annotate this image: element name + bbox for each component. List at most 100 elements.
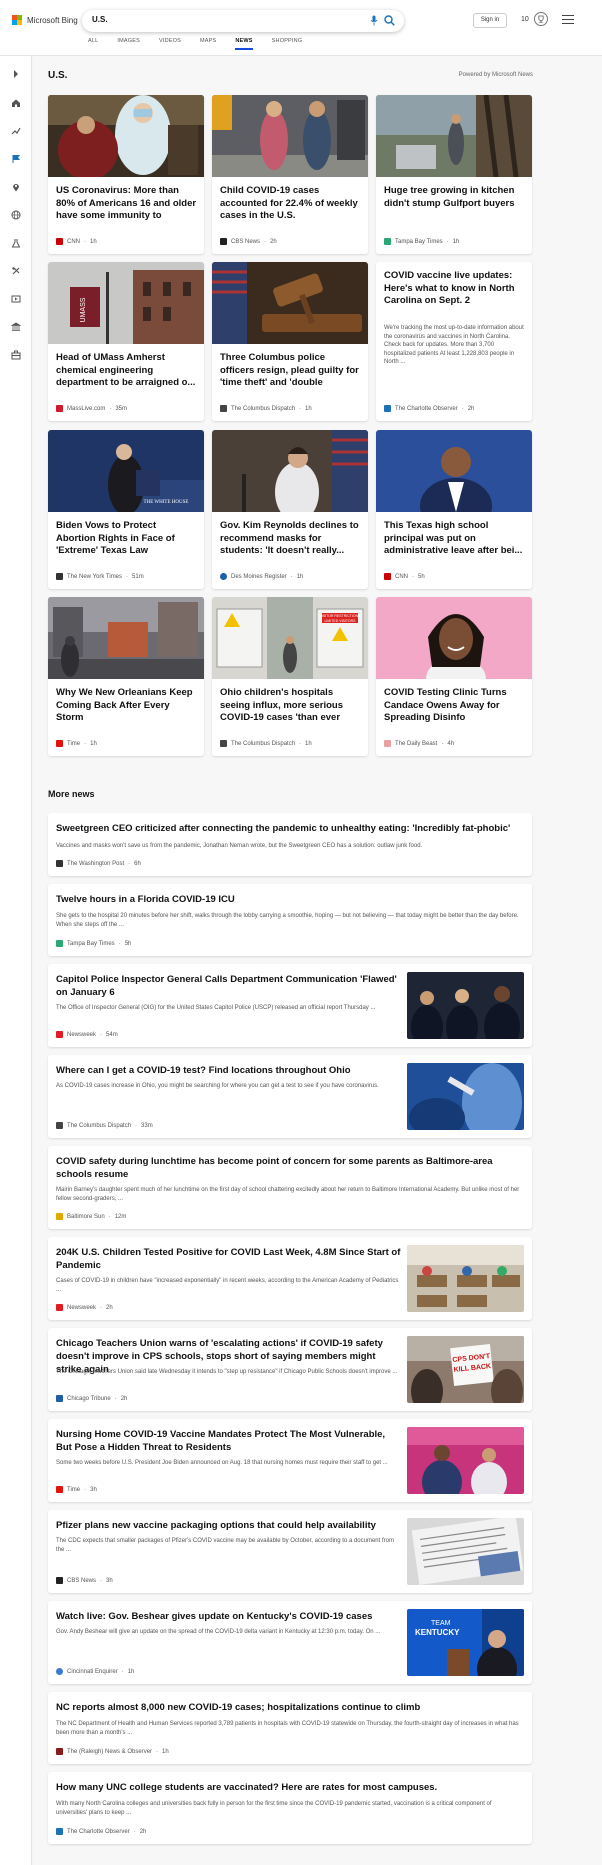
card-title[interactable]: Huge tree growing in kitchen didn't stum… (384, 185, 525, 210)
politics-icon[interactable] (11, 322, 21, 332)
card-title[interactable]: COVID vaccine live updates: Here's what … (384, 270, 525, 308)
item-title[interactable]: Nursing Home COVID-19 Vaccine Mandates P… (56, 1428, 401, 1454)
search-box[interactable]: U.S. (82, 10, 404, 32)
sports-icon[interactable] (11, 266, 21, 276)
item-source: The Columbus Dispatch · 33m (56, 1122, 153, 1129)
card-image (376, 95, 532, 177)
tab-shopping[interactable]: SHOPPING (272, 38, 303, 50)
news-list-item[interactable]: Watch live: Gov. Beshear gives update on… (48, 1601, 532, 1684)
news-list-item[interactable]: Sweetgreen CEO criticized after connecti… (48, 813, 532, 876)
news-list-item[interactable]: Nursing Home COVID-19 Vaccine Mandates P… (48, 1419, 532, 1502)
item-title[interactable]: Watch live: Gov. Beshear gives update on… (56, 1610, 401, 1623)
news-list-item[interactable]: Where can I get a COVID-19 test? Find lo… (48, 1055, 532, 1138)
source-logo-icon (220, 405, 227, 412)
news-card[interactable]: Child COVID-19 cases accounted for 22.4%… (212, 95, 368, 254)
home-icon[interactable] (11, 98, 21, 108)
news-card[interactable]: VISITOR RESTRICTIONS LIMITED VISITORS Oh… (212, 597, 368, 756)
news-card[interactable]: COVID vaccine live updates: Here's what … (376, 262, 532, 421)
tab-news[interactable]: NEWS (235, 38, 253, 50)
rewards-trophy-icon[interactable] (534, 12, 548, 26)
source-logo-icon (384, 573, 391, 580)
microphone-icon[interactable] (370, 15, 378, 26)
news-card[interactable]: Huge tree growing in kitchen didn't stum… (376, 95, 532, 254)
tab-maps[interactable]: MAPS (200, 38, 216, 50)
search-icon[interactable] (384, 15, 395, 26)
item-source: The Washington Post · 6h (56, 860, 141, 867)
card-title[interactable]: Gov. Kim Reynolds declines to recommend … (220, 520, 361, 558)
news-list-item[interactable]: Chicago Teachers Union warns of 'escalat… (48, 1328, 532, 1411)
card-title[interactable]: Biden Vows to Protect Abortion Rights in… (56, 520, 197, 558)
search-input[interactable]: U.S. (92, 15, 108, 24)
entertainment-icon[interactable] (11, 294, 21, 304)
source-name: The Charlotte Observer (67, 1828, 130, 1835)
card-title[interactable]: Child COVID-19 cases accounted for 22.4%… (220, 185, 361, 223)
news-card[interactable]: Three Columbus police officers resign, p… (212, 262, 368, 421)
news-card[interactable]: THE WHITE HOUSE Biden Vows to Protect Ab… (48, 430, 204, 589)
kentucky-banner-text: TEAM (431, 1620, 451, 1627)
news-card[interactable]: Why We New Orleanians Keep Coming Back A… (48, 597, 204, 756)
source-time: 2h (467, 405, 475, 412)
news-card[interactable]: UMASS Head of UMass Amherst chemical eng… (48, 262, 204, 421)
source-logo-icon (220, 740, 227, 747)
hamburger-menu-icon[interactable] (562, 15, 574, 25)
card-title[interactable]: Ohio children's hospitals seeing influx,… (220, 687, 361, 725)
sign-in-button[interactable]: Sign in (473, 13, 507, 28)
bing-logo[interactable]: Microsoft Bing (12, 15, 78, 25)
item-title[interactable]: How many UNC college students are vaccin… (56, 1781, 524, 1794)
source-time: 54m (106, 1031, 118, 1038)
news-card[interactable]: This Texas high school principal was put… (376, 430, 532, 589)
location-icon[interactable] (11, 182, 21, 192)
card-title[interactable]: US Coronavirus: More than 80% of America… (56, 185, 197, 223)
news-card[interactable]: COVID Testing Clinic Turns Candace Owens… (376, 597, 532, 756)
card-title[interactable]: Head of UMass Amherst chemical engineeri… (56, 352, 197, 390)
card-title[interactable]: Why We New Orleanians Keep Coming Back A… (56, 687, 197, 725)
item-description: She gets to the hospital 20 minutes befo… (56, 913, 519, 928)
card-title[interactable]: Three Columbus police officers resign, p… (220, 352, 361, 390)
source-time: 33m (141, 1122, 153, 1129)
dot-separator: · (412, 573, 414, 580)
flag-icon[interactable] (11, 154, 21, 164)
card-title[interactable]: This Texas high school principal was put… (384, 520, 525, 558)
news-list-item[interactable]: Twelve hours in a Florida COVID-19 ICU S… (48, 884, 532, 956)
rewards-count[interactable]: 10 (521, 16, 529, 23)
news-card[interactable]: US Coronavirus: More than 80% of America… (48, 95, 204, 254)
news-list-item[interactable]: Capitol Police Inspector General Calls D… (48, 964, 532, 1047)
item-title[interactable]: Capitol Police Inspector General Calls D… (56, 973, 401, 999)
source-name: Newsweek (67, 1304, 97, 1311)
globe-icon[interactable] (11, 210, 21, 220)
item-title[interactable]: Twelve hours in a Florida COVID-19 ICU (56, 893, 524, 906)
card-source: CNN · 5h (384, 573, 425, 580)
science-icon[interactable] (11, 238, 21, 248)
powered-by-text[interactable]: Powered by Microsoft News (459, 72, 533, 78)
news-list-item[interactable]: 204K U.S. Children Tested Positive for C… (48, 1237, 532, 1320)
item-title[interactable]: 204K U.S. Children Tested Positive for C… (56, 1246, 401, 1272)
expand-icon[interactable] (11, 69, 21, 79)
source-time: 1h (296, 573, 304, 580)
news-list-item[interactable]: NC reports almost 8,000 new COVID-19 cas… (48, 1692, 532, 1764)
trending-icon[interactable] (11, 126, 21, 136)
news-card[interactable]: Gov. Kim Reynolds declines to recommend … (212, 430, 368, 589)
main-content: U.S. Powered by Microsoft News US Corona… (33, 56, 602, 1865)
news-list-item[interactable]: COVID safety during lunchtime has become… (48, 1146, 532, 1229)
podium-text: THE WHITE HOUSE (144, 500, 189, 505)
card-title[interactable]: COVID Testing Clinic Turns Candace Owens… (384, 687, 525, 725)
source-name: Tampa Bay Times (67, 940, 115, 947)
dot-separator: · (108, 1213, 111, 1220)
source-logo-icon (56, 1668, 63, 1675)
tab-images[interactable]: IMAGES (117, 38, 140, 50)
item-title[interactable]: Pfizer plans new vaccine packaging optio… (56, 1519, 401, 1532)
tab-videos[interactable]: VIDEOS (159, 38, 181, 50)
card-source: The Charlotte Observer · 2h (384, 405, 474, 412)
source-time: 2h (139, 1828, 147, 1835)
item-title[interactable]: NC reports almost 8,000 new COVID-19 cas… (56, 1701, 524, 1714)
dot-separator: · (118, 940, 121, 947)
news-list-item[interactable]: Pfizer plans new vaccine packaging optio… (48, 1510, 532, 1593)
item-title[interactable]: COVID safety during lunchtime has become… (56, 1155, 524, 1181)
business-icon[interactable] (11, 350, 21, 360)
source-time: 2h (270, 238, 277, 245)
item-title[interactable]: Sweetgreen CEO criticized after connecti… (56, 822, 524, 835)
dot-separator: · (84, 740, 87, 747)
item-title[interactable]: Where can I get a COVID-19 test? Find lo… (56, 1064, 401, 1077)
news-list-item[interactable]: How many UNC college students are vaccin… (48, 1772, 532, 1844)
tab-all[interactable]: ALL (88, 38, 98, 50)
